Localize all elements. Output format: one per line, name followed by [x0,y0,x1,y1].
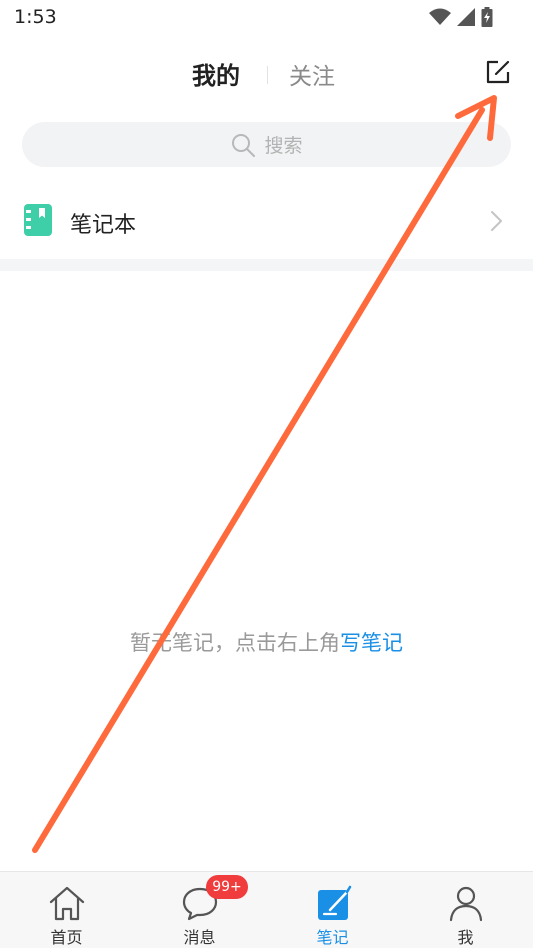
tab-mine[interactable]: 我的 [192,56,240,91]
search-bar[interactable]: 搜索 [22,122,511,167]
wifi-icon [429,8,451,25]
tab-messages-label: 消息 [183,928,216,947]
tab-me[interactable]: 我 [399,872,532,948]
notebook-label: 笔记本 [70,213,137,238]
tab-home[interactable]: 首页 [0,872,133,948]
search-placeholder: 搜索 [264,135,303,157]
note-icon [318,885,352,920]
section-divider [0,259,533,271]
tab-follow[interactable]: 关注 [289,57,335,91]
status-icons [429,7,493,27]
edit-note-icon[interactable] [484,58,512,86]
home-icon [49,886,85,921]
status-bar: 1:53 [0,0,533,36]
signal-icon [457,8,475,26]
status-time: 1:53 [14,6,57,28]
notebook-icon [24,204,52,236]
tab-notes-label: 笔记 [316,928,349,947]
messages-badge: 99+ [206,875,248,899]
notebook-row[interactable]: 笔记本 [0,190,533,252]
tab-divider [267,66,268,84]
tab-notes[interactable]: 笔记 [266,872,399,948]
search-icon [232,133,256,157]
write-note-link[interactable]: 写笔记 [340,631,403,655]
person-icon [449,886,483,922]
chevron-right-icon [491,211,502,231]
battery-icon [481,7,493,27]
tab-me-label: 我 [457,928,474,947]
tab-home-label: 首页 [50,928,83,947]
empty-state-text: 暂无笔记，点击右上角 [130,631,340,655]
header: 我的 关注 [0,44,533,100]
bottom-tab-bar: 首页 消息 笔记 我 [0,871,533,948]
empty-state: 暂无笔记，点击右上角写笔记 [0,627,533,657]
